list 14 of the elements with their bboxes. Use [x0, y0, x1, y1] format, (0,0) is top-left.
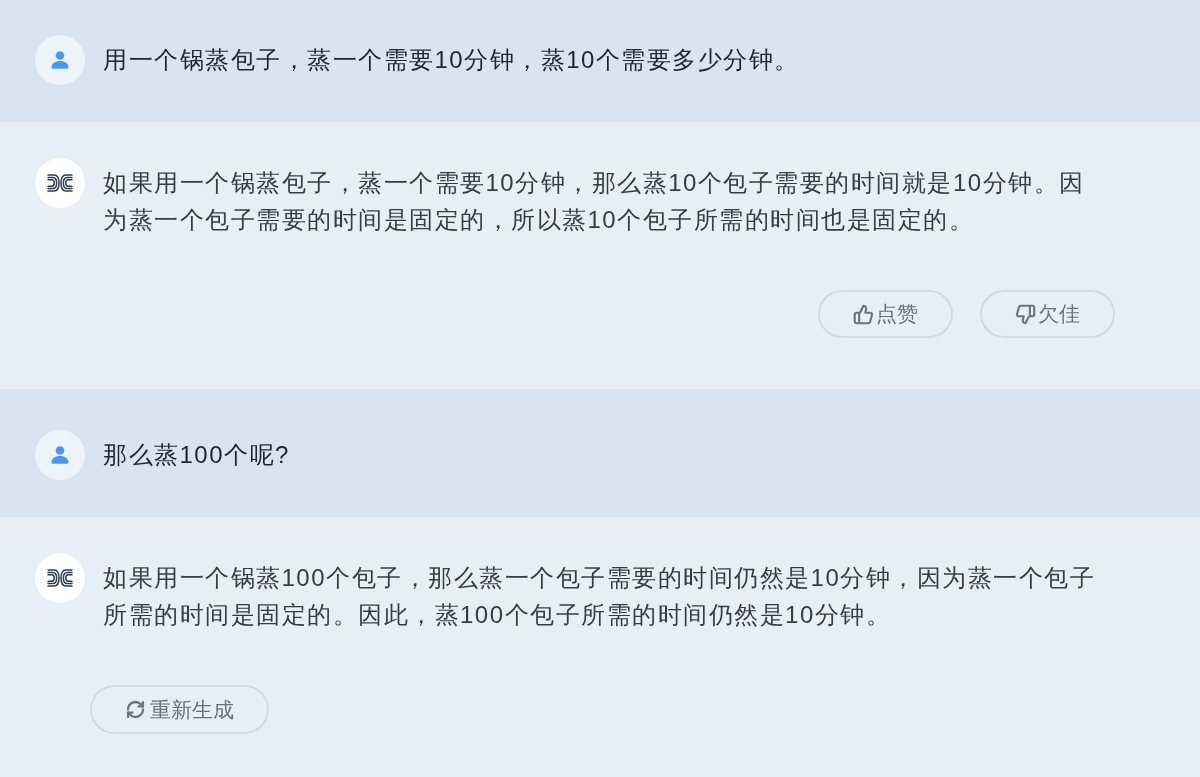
like-button[interactable]: 点赞 — [818, 290, 953, 338]
refresh-icon — [125, 699, 146, 720]
message-text: 那么蒸100个呢? — [103, 440, 291, 470]
dislike-button[interactable]: 欠佳 — [980, 290, 1115, 338]
message-text: 如果用一个锅蒸100个包子，那么蒸一个包子需要的时间仍然是10分钟，因为蒸一个包子所需的时间是固定的。因此，蒸100个包子所需的时间仍然是10分钟。 — [103, 563, 1097, 630]
logo-icon — [35, 553, 85, 603]
thumbs-down-icon — [1015, 303, 1036, 325]
person-icon — [35, 430, 85, 480]
message-text: 如果用一个锅蒸包子，蒸一个需要10分钟，那么蒸10个包子需要的时间就是10分钟。因为蒸一个包子需要的时间是固定的，所以蒸10个包子所需的时间也是固定的。 — [103, 168, 1086, 235]
thumbs-up-icon — [853, 303, 874, 325]
person-icon — [35, 35, 85, 85]
message-text: 用一个锅蒸包子，蒸一个需要10分钟，蒸10个需要多少分钟。 — [103, 45, 801, 75]
regenerate-button[interactable]: 重新生成 — [90, 685, 269, 734]
logo-icon — [35, 158, 85, 208]
